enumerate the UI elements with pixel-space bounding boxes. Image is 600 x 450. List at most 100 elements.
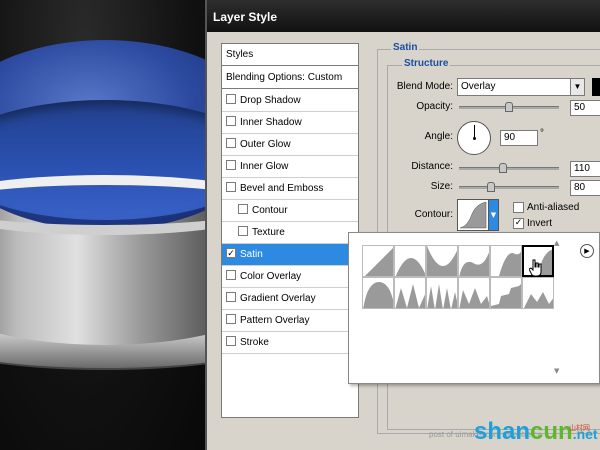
contour-cone-icon (395, 258, 425, 276)
checkbox-pattern-overlay[interactable] (226, 314, 236, 325)
opacity-input[interactable]: 50 (570, 100, 600, 116)
scroll-up-icon[interactable]: ▲ (554, 239, 559, 247)
contour-cove-shallow-icon (499, 251, 521, 276)
angle-unit: ° (540, 128, 544, 139)
picker-menu-button[interactable]: ▶ (580, 244, 594, 258)
blend-mode-value: Overlay (461, 81, 496, 92)
satin-title: Satin (391, 42, 420, 53)
dialog-title: Layer Style (207, 0, 600, 32)
contour-ring-icon (395, 284, 425, 308)
style-item-label: Bevel and Emboss (240, 183, 324, 194)
size-input[interactable]: 80 (570, 180, 600, 196)
checkbox-color-overlay[interactable] (226, 270, 236, 281)
contour-label: Contour: (414, 209, 453, 220)
style-item-label: Stroke (240, 337, 269, 348)
checkbox-inner-shadow[interactable] (226, 116, 236, 127)
watermark-logo-part1: shan (474, 418, 531, 445)
style-item-color-overlay[interactable]: Color Overlay (222, 266, 358, 288)
contour-picker: ▲ ▼ (348, 232, 600, 384)
style-item-contour[interactable]: Contour (222, 200, 358, 222)
angle-label: Angle: (424, 131, 453, 142)
contour-preset-ring[interactable] (394, 277, 426, 309)
angle-center (473, 137, 476, 140)
style-item-drop-shadow[interactable]: Drop Shadow (222, 90, 358, 112)
style-item-label: Outer Glow (240, 139, 291, 150)
angle-dial[interactable] (457, 121, 491, 155)
distance-slider-thumb[interactable] (499, 163, 507, 173)
contour-preset-cove-shallow[interactable] (490, 245, 522, 277)
blend-mode-label: Blend Mode: (396, 81, 453, 92)
size-slider-thumb[interactable] (487, 182, 495, 192)
contour-preset-half-round[interactable] (362, 277, 394, 309)
angle-input[interactable]: 90 (500, 130, 538, 146)
style-item-label: Color Overlay (240, 271, 302, 282)
checkbox-stroke[interactable] (226, 336, 236, 347)
chevron-down-icon[interactable]: ▼ (488, 199, 499, 231)
contour-ring-double-icon (427, 284, 457, 308)
checkbox-texture[interactable] (238, 226, 248, 237)
checkbox-outer-glow[interactable] (226, 138, 236, 149)
checkbox-drop-shadow[interactable] (226, 94, 236, 105)
contour-curve-icon (459, 201, 487, 229)
styles-list: Styles Blending Options: Custom Drop Sha… (221, 43, 359, 418)
invert-checkbox[interactable]: ✓ (513, 218, 524, 229)
satin-color-swatch[interactable] (592, 78, 600, 96)
contour-preset-rolling-slope[interactable] (458, 277, 490, 309)
contour-linear-icon (365, 248, 393, 276)
opacity-label: Opacity: (416, 101, 453, 112)
checkbox-gradient-overlay[interactable] (226, 292, 236, 303)
anti-aliased-checkbox[interactable] (513, 202, 524, 213)
contour-cove-deep-icon (459, 252, 489, 276)
style-item-label: Satin (240, 249, 263, 260)
style-item-label: Inner Glow (240, 161, 289, 172)
style-item-texture[interactable]: Texture (222, 222, 358, 244)
checkbox-satin[interactable]: ✓ (226, 248, 236, 259)
distance-label: Distance: (411, 161, 453, 172)
contour-half-round-icon (363, 282, 393, 308)
style-item-gradient-overlay[interactable]: Gradient Overlay (222, 288, 358, 310)
style-item-pattern-overlay[interactable]: Pattern Overlay (222, 310, 358, 332)
contour-preset-sawtooth[interactable] (522, 277, 554, 309)
dish-rim (0, 175, 210, 235)
contour-preset-linear[interactable] (362, 245, 394, 277)
picker-scrollbar[interactable]: ▲ ▼ (554, 239, 568, 375)
hand-cursor-icon (529, 259, 542, 277)
blend-mode-select[interactable]: Overlay ▼ (457, 78, 585, 96)
checkbox-inner-glow[interactable] (226, 160, 236, 171)
style-item-satin[interactable]: ✓ Satin (222, 244, 358, 266)
style-item-label: Pattern Overlay (240, 315, 310, 326)
contour-preset-ring-double[interactable] (426, 277, 458, 309)
style-item-stroke[interactable]: Stroke (222, 332, 358, 354)
style-item-label: Gradient Overlay (240, 293, 316, 304)
contour-preset-rounded-steps[interactable] (490, 277, 522, 309)
checkbox-bevel-emboss[interactable] (226, 182, 236, 193)
structure-title: Structure (402, 58, 451, 69)
contour-preset-cone-inverted[interactable] (426, 245, 458, 277)
size-label: Size: (430, 181, 453, 192)
background-render (0, 0, 210, 450)
watermark-logo-part2: cun (530, 418, 573, 445)
contour-preset-cove-deep[interactable] (458, 245, 490, 277)
invert-label: Invert (527, 218, 553, 229)
distance-input[interactable]: 110 (570, 161, 600, 177)
style-item-bevel-emboss[interactable]: Bevel and Emboss (222, 178, 358, 200)
blending-options-row[interactable]: Blending Options: Custom (222, 67, 358, 89)
scroll-down-icon[interactable]: ▼ (554, 367, 559, 375)
checkbox-contour[interactable] (238, 204, 248, 215)
distance-slider[interactable] (459, 167, 559, 170)
style-item-label: Contour (252, 205, 288, 216)
styles-header[interactable]: Styles (222, 44, 358, 66)
style-item-inner-shadow[interactable]: Inner Shadow (222, 112, 358, 134)
opacity-slider-thumb[interactable] (505, 102, 513, 112)
style-item-outer-glow[interactable]: Outer Glow (222, 134, 358, 156)
style-item-label: Texture (252, 227, 285, 238)
contour-sawtooth-icon (524, 292, 553, 308)
contour-cone-inverted-icon (427, 246, 457, 276)
contour-preset-cone[interactable] (394, 245, 426, 277)
size-slider[interactable] (459, 186, 559, 189)
style-item-inner-glow[interactable]: Inner Glow (222, 156, 358, 178)
contour-rounded-steps-icon (491, 284, 521, 308)
style-item-label: Drop Shadow (240, 95, 301, 106)
style-item-label: Inner Shadow (240, 117, 302, 128)
chevron-down-icon[interactable]: ▼ (570, 79, 584, 95)
